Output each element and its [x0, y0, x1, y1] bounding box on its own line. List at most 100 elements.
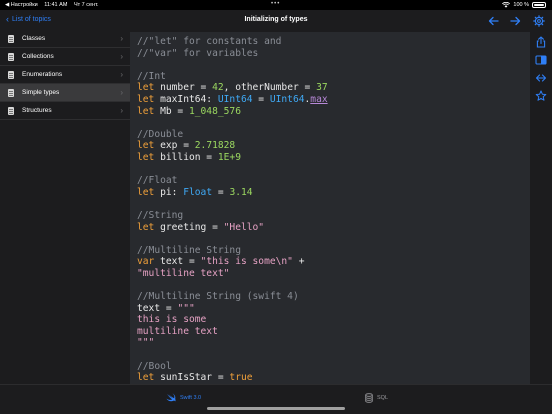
code-token: true [229, 372, 253, 384]
chevron-right-icon: › [120, 88, 123, 97]
document-icon [8, 88, 14, 97]
code-line: var text = "this is some\n" + [137, 256, 328, 268]
multitasking-dots[interactable]: ••• [271, 1, 280, 7]
tab-swift[interactable]: Swift 3.0 [166, 393, 201, 402]
code-token: //"let" for constants and [137, 36, 282, 47]
code-token: 1E+9 [217, 151, 241, 163]
split-view-icon[interactable] [535, 54, 547, 66]
next-topic-icon[interactable] [510, 15, 522, 27]
status-bar: ◀ Настройки 11:41 AM Чт 7 сент. ••• 100 … [0, 0, 552, 10]
code-token: //String [137, 209, 184, 221]
document-icon [8, 70, 14, 79]
code-token: let [137, 151, 155, 163]
sidebar-item-structures[interactable]: Structures › [0, 102, 130, 120]
code-content: //"let" for constants and//"var" for var… [137, 36, 328, 384]
code-token: Float [183, 186, 213, 198]
code-token: """ [137, 337, 155, 349]
code-token: , otherNumber = [223, 82, 317, 94]
status-date: Чт 7 сент. [73, 2, 99, 8]
sidebar-item-classes[interactable]: Classes › [0, 30, 130, 48]
code-token: //Bool [137, 360, 172, 372]
right-toolbar [530, 32, 552, 384]
code-token: number = [154, 82, 213, 94]
battery-icon [532, 2, 546, 8]
code-token: let [137, 140, 155, 152]
code-token: //Int [137, 70, 166, 82]
code-token: let [137, 93, 155, 105]
previous-topic-icon[interactable] [487, 15, 499, 27]
code-token: //Float [137, 175, 178, 187]
back-to-topics-button[interactable]: ‹ List of topics [6, 15, 51, 24]
code-token: this is some [137, 314, 207, 326]
compare-icon[interactable] [535, 72, 547, 84]
star-icon[interactable] [535, 90, 547, 102]
status-back-to-settings[interactable]: ◀ Настройки [5, 2, 38, 8]
code-token: 1_048_576 [188, 105, 241, 117]
code-token: billion = [154, 151, 218, 163]
code-token: "Hello" [223, 221, 265, 233]
code-token: = [212, 186, 230, 198]
code-token: let [137, 82, 155, 94]
sidebar: ‹ List of topics Classes › Collections ›… [0, 10, 130, 384]
code-line: //Double [137, 129, 328, 141]
code-line: """ [137, 337, 328, 349]
code-token: 37 [316, 82, 328, 94]
sidebar-item-label: Enumerations [22, 71, 63, 78]
code-line: //String [137, 210, 328, 222]
sidebar-item-label: Structures [22, 107, 52, 114]
code-editor[interactable]: //"let" for constants and//"var" for var… [130, 32, 530, 384]
gear-icon[interactable] [533, 15, 545, 27]
page-title: Initializing of types [244, 16, 308, 23]
sidebar-item-collections[interactable]: Collections › [0, 48, 130, 66]
code-line: this is some [137, 314, 328, 326]
code-token: UInt64 [269, 93, 305, 105]
code-token: let [137, 105, 155, 117]
share-icon[interactable] [535, 36, 547, 48]
sidebar-item-enumerations[interactable]: Enumerations › [0, 66, 130, 84]
code-token: pi: [154, 186, 184, 198]
code-line: //"var" for variables [137, 48, 328, 60]
chevron-right-icon: › [120, 106, 123, 115]
code-token: greeting = [154, 221, 224, 233]
code-token: = [252, 93, 270, 105]
code-token: + [292, 256, 305, 268]
swift-icon [166, 393, 176, 402]
code-token: //Multiline String (swift 4) [137, 291, 299, 303]
sidebar-item-simple-types[interactable]: Simple types › [0, 84, 130, 102]
code-token: maxInt64: [154, 93, 218, 105]
code-token: let [137, 186, 155, 198]
chevron-right-icon: › [120, 52, 123, 61]
home-indicator[interactable] [207, 407, 345, 410]
topic-list: Classes › Collections › Enumerations › S… [0, 30, 130, 120]
code-token: //Multiline String [137, 244, 241, 256]
sidebar-item-label: Classes [22, 35, 46, 42]
sidebar-item-label: Simple types [22, 89, 60, 96]
code-token: max [310, 93, 328, 105]
code-line: let exp = 2.71828 [137, 140, 328, 152]
wifi-icon [502, 2, 511, 8]
code-token: text = [137, 302, 178, 314]
code-token: sunIsStar = [154, 372, 230, 384]
code-line: let greeting = "Hello" [137, 222, 328, 234]
chevron-right-icon: › [120, 70, 123, 79]
sidebar-item-label: Collections [22, 53, 54, 60]
code-line: let number = 42, otherNumber = 37 [137, 82, 328, 94]
navigation-bar: Initializing of types [130, 10, 552, 32]
code-token: var [137, 256, 155, 268]
tab-sql[interactable]: SQL [365, 393, 388, 403]
code-token: 42 [212, 82, 224, 94]
code-line: //Multiline String [137, 245, 328, 257]
code-line: let pi: Float = 3.14 [137, 187, 328, 199]
chevron-right-icon: › [120, 34, 123, 43]
code-line: //Multiline String (swift 4) [137, 291, 328, 303]
document-icon [8, 34, 14, 43]
code-token: "this is some\n" [200, 256, 293, 268]
code-token: """ [177, 302, 195, 314]
tab-label: Swift 3.0 [180, 394, 202, 401]
